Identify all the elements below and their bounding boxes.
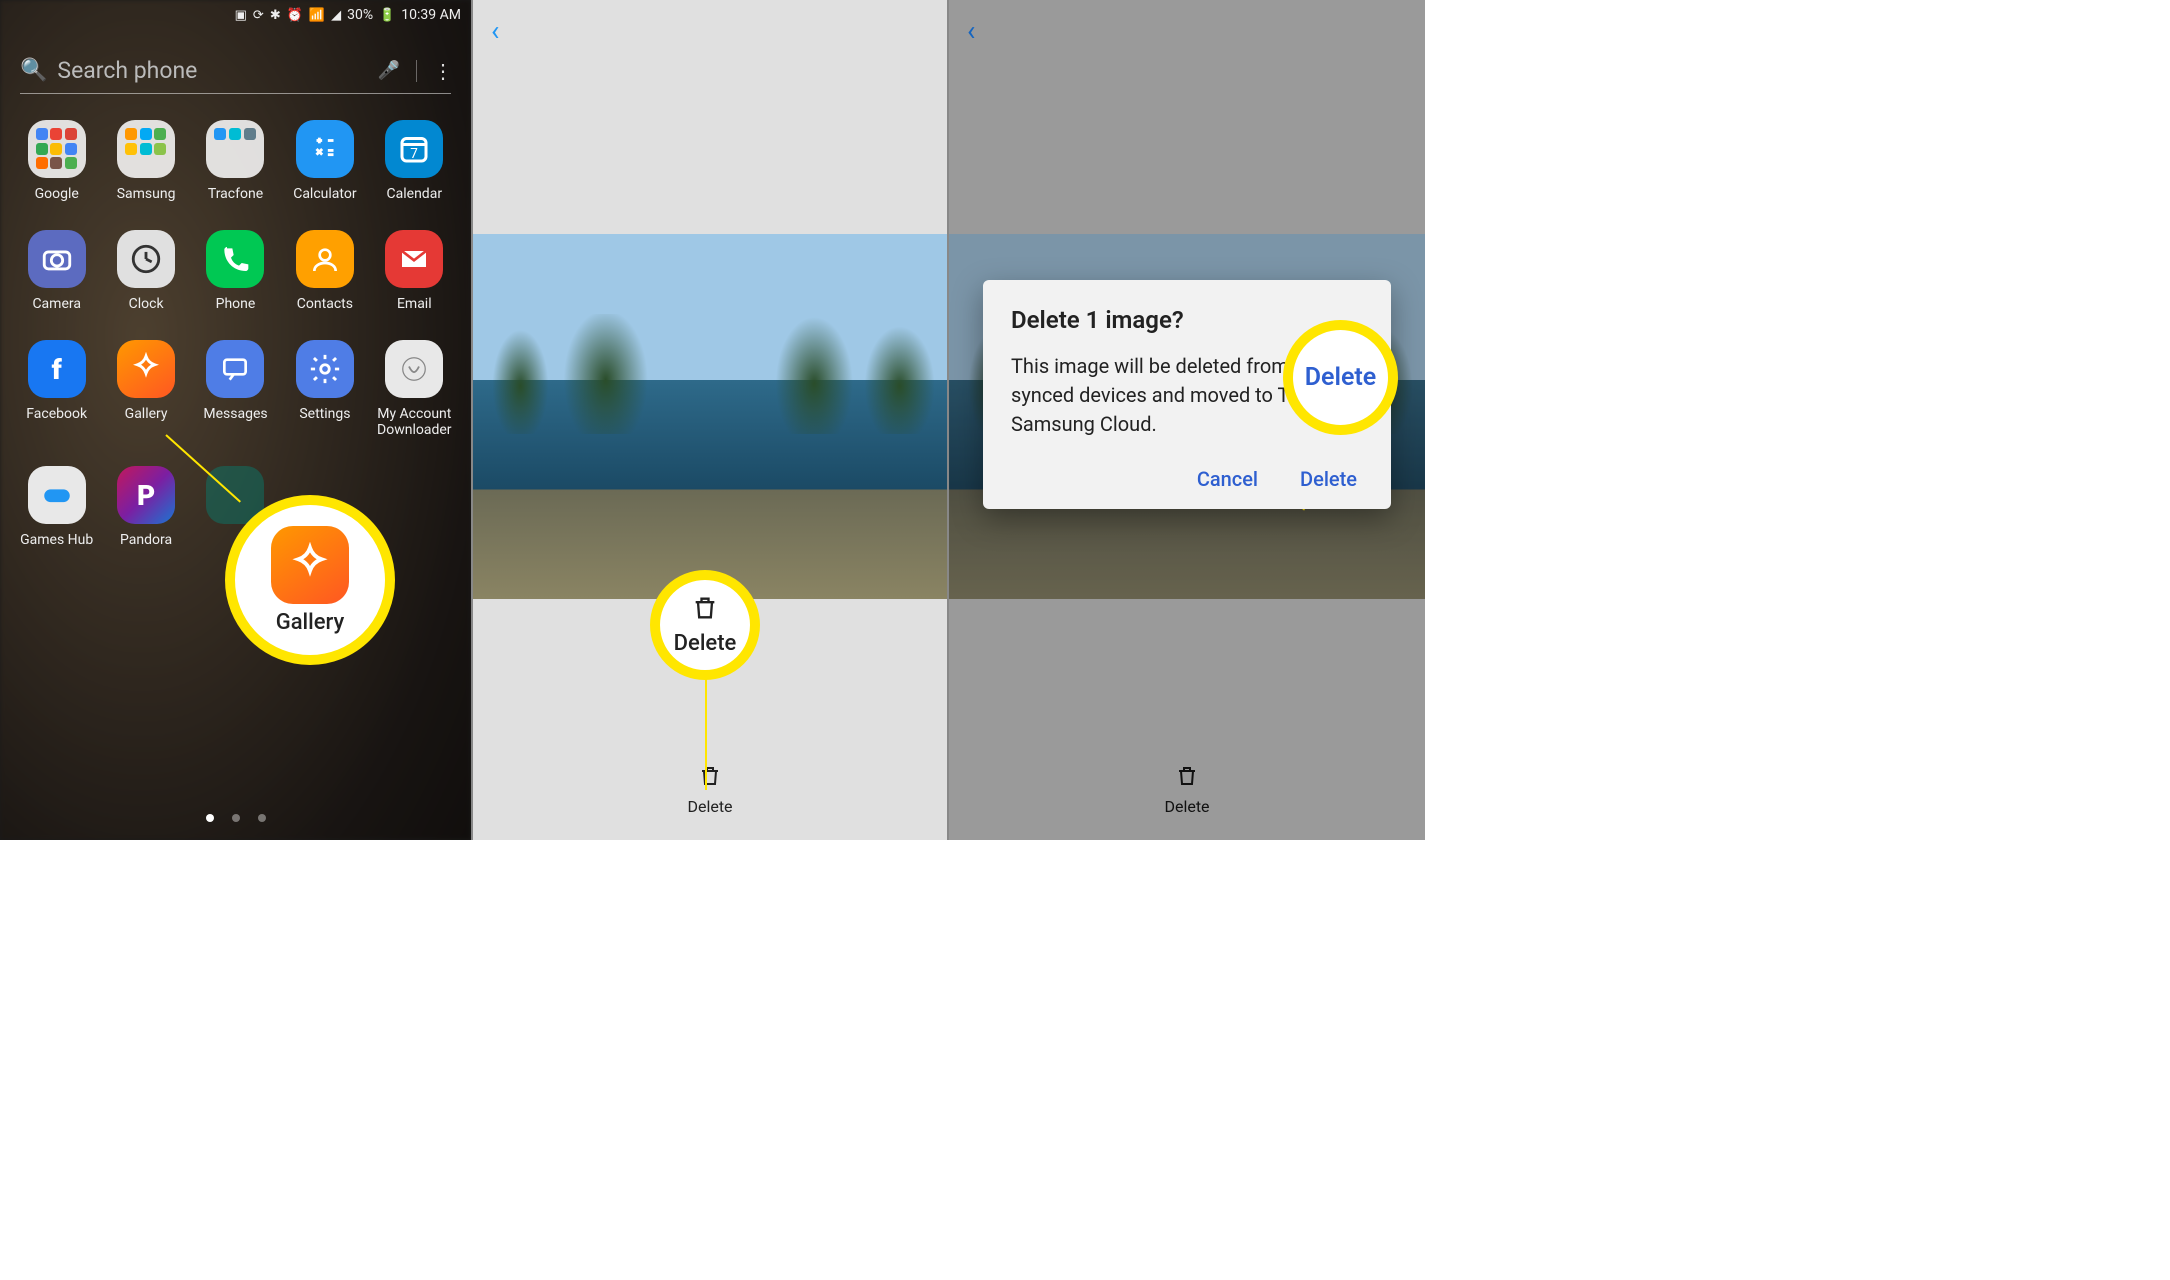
email-icon <box>385 230 443 288</box>
panel-gallery-view: ‹ Delete <box>471 0 947 840</box>
app-label: Games Hub <box>20 532 93 548</box>
app-label: Messages <box>203 406 267 422</box>
delete-button[interactable]: Delete <box>1300 467 1357 491</box>
mic-icon[interactable]: 🎤 <box>378 60 400 81</box>
back-button[interactable]: ‹ <box>491 14 499 47</box>
clock-time: 10:39 AM <box>401 7 461 23</box>
app-settings[interactable]: Settings <box>280 340 369 438</box>
search-bar[interactable]: 🔍 Search phone 🎤 ⋮ <box>20 48 451 94</box>
app-gallery[interactable]: Gallery <box>101 340 190 438</box>
trash-icon <box>691 594 719 629</box>
app-contacts[interactable]: Contacts <box>280 230 369 312</box>
page-dot <box>232 814 240 822</box>
calendar-icon: 7 <box>385 120 443 178</box>
app-email[interactable]: Email <box>370 230 459 312</box>
cancel-button[interactable]: Cancel <box>1197 467 1258 491</box>
calculator-icon <box>296 120 354 178</box>
gallery-icon <box>117 340 175 398</box>
app-label: Settings <box>299 406 350 422</box>
app-pandora[interactable]: P Pandora <box>101 466 190 548</box>
phone-icon <box>206 230 264 288</box>
callout-label: Delete <box>1305 363 1377 392</box>
page-dot <box>206 814 214 822</box>
folder-icon <box>206 120 264 178</box>
app-label: Gallery <box>125 406 168 422</box>
settings-icon <box>296 340 354 398</box>
callout-label: Delete <box>674 631 737 656</box>
sync-icon: ⟳ <box>253 8 264 23</box>
app-label: Samsung <box>117 186 176 202</box>
svg-text:7: 7 <box>411 146 419 162</box>
camera-icon <box>28 230 86 288</box>
app-games-hub[interactable]: Games Hub <box>12 466 101 548</box>
battery-percentage: 30% <box>347 7 373 23</box>
page-dot <box>258 814 266 822</box>
app-calendar[interactable]: 7 Calendar <box>370 120 459 202</box>
app-label: Google <box>35 186 79 202</box>
app-messages[interactable]: Messages <box>191 340 280 438</box>
page-indicator[interactable] <box>0 814 471 822</box>
app-facebook[interactable]: f Facebook <box>12 340 101 438</box>
callout-highlight-delete-button: Delete <box>650 570 760 680</box>
more-icon[interactable]: ⋮ <box>433 59 451 83</box>
trash-icon <box>1175 764 1199 795</box>
app-label: Email <box>397 296 432 312</box>
clock-icon <box>117 230 175 288</box>
gallery-icon <box>271 526 349 604</box>
signal-icon: ◢ <box>331 8 341 23</box>
callout-highlight-gallery: Gallery <box>225 495 395 665</box>
app-samsung-folder[interactable]: Samsung <box>101 120 190 202</box>
trash-icon[interactable] <box>698 764 722 795</box>
pandora-icon: P <box>117 466 175 524</box>
status-bar: ▣ ⟳ ✱ ⏰ 📶 ◢ 30% 🔋 10:39 AM <box>0 0 471 30</box>
app-label: Phone <box>216 296 256 312</box>
bottom-action-bar: Delete <box>949 740 1425 840</box>
downloader-icon <box>385 340 443 398</box>
facebook-icon: f <box>28 340 86 398</box>
bottom-action-bar: Delete <box>473 740 947 840</box>
app-label: Calculator <box>293 186 356 202</box>
bluetooth-icon: ✱ <box>270 8 281 23</box>
app-label: Tracfone <box>208 186 263 202</box>
contacts-icon <box>296 230 354 288</box>
wifi-icon: 📶 <box>309 8 325 23</box>
messages-icon <box>206 340 264 398</box>
panel-app-drawer: ▣ ⟳ ✱ ⏰ 📶 ◢ 30% 🔋 10:39 AM 🔍 Search phon… <box>0 0 471 840</box>
dialog-actions: Cancel Delete <box>1011 467 1363 491</box>
callout-highlight-delete-confirm: Delete <box>1283 320 1398 435</box>
search-icon: 🔍 <box>20 58 47 83</box>
divider <box>416 60 417 82</box>
app-label: Camera <box>32 296 81 312</box>
app-label: Contacts <box>297 296 353 312</box>
app-my-account-downloader[interactable]: My Account Downloader <box>370 340 459 438</box>
apps-grid: Google Samsung Tracfone <box>0 102 471 548</box>
app-tracfone-folder[interactable]: Tracfone <box>191 120 280 202</box>
back-button[interactable]: ‹ <box>967 14 975 47</box>
folder-icon <box>117 120 175 178</box>
folder-icon <box>28 120 86 178</box>
app-label: Pandora <box>120 532 172 548</box>
app-clock[interactable]: Clock <box>101 230 190 312</box>
app-calculator[interactable]: Calculator <box>280 120 369 202</box>
app-google-folder[interactable]: Google <box>12 120 101 202</box>
app-label: Facebook <box>26 406 87 422</box>
battery-saver-icon: ▣ <box>235 8 247 23</box>
app-label: My Account Downloader <box>370 406 459 438</box>
app-label: Calendar <box>387 186 443 202</box>
app-camera[interactable]: Camera <box>12 230 101 312</box>
callout-label: Gallery <box>276 610 345 635</box>
search-placeholder: Search phone <box>57 57 367 84</box>
app-phone[interactable]: Phone <box>191 230 280 312</box>
delete-label: Delete <box>1164 797 1209 816</box>
battery-icon: 🔋 <box>379 8 395 23</box>
alarm-icon: ⏰ <box>287 8 303 23</box>
games-icon <box>28 466 86 524</box>
app-label: Clock <box>129 296 164 312</box>
callout-leader-line <box>705 675 707 790</box>
delete-label[interactable]: Delete <box>687 797 732 816</box>
photo-preview[interactable] <box>473 234 947 599</box>
